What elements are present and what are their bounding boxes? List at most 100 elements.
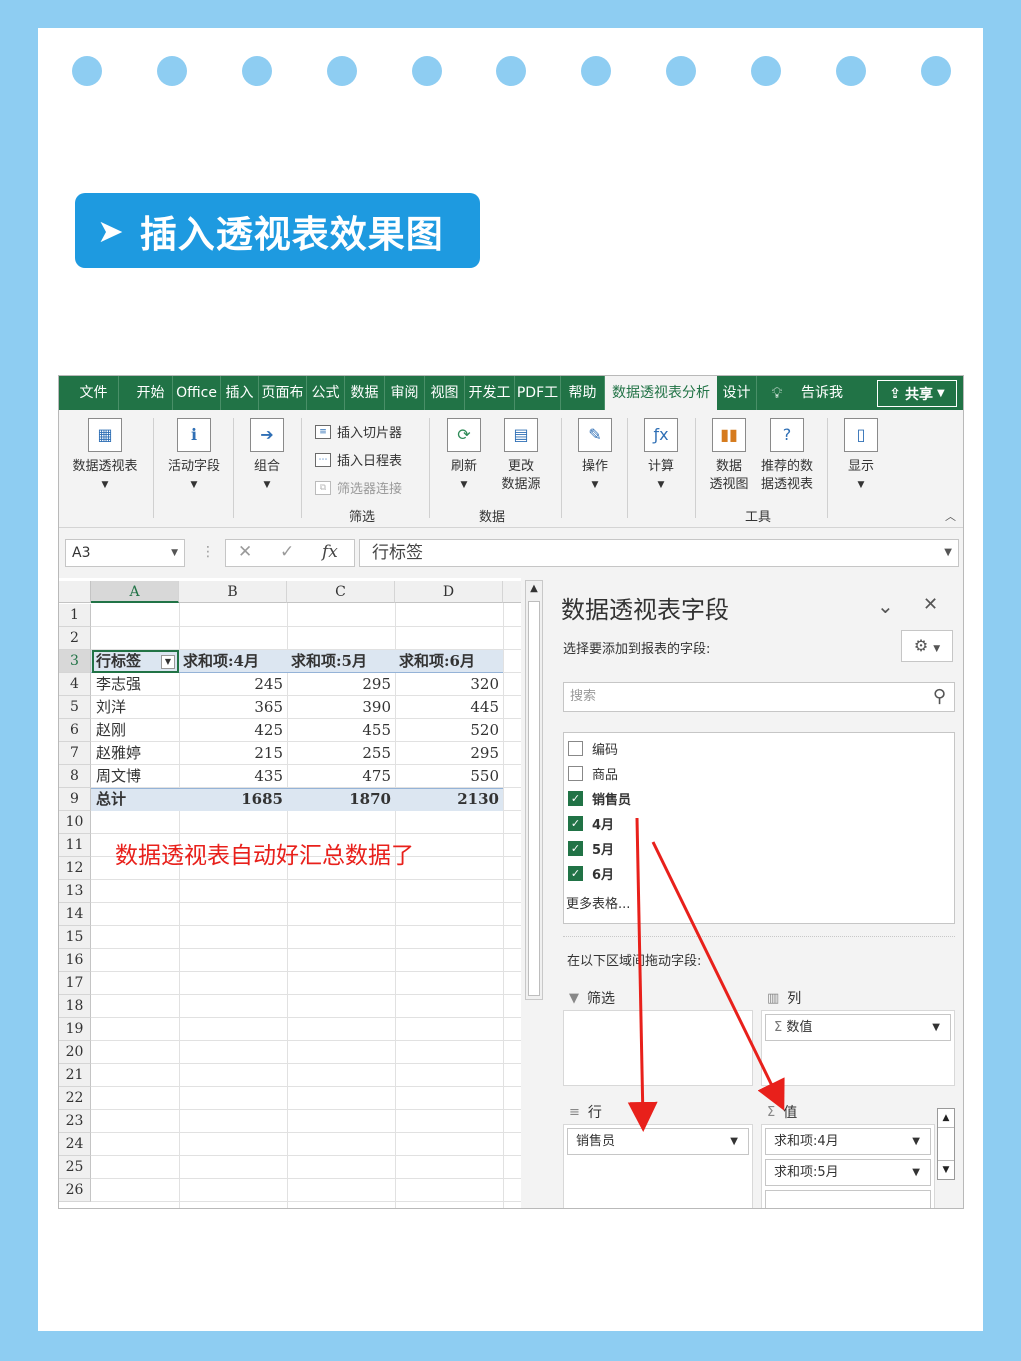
group-button[interactable]: ➔ 组合 ▼ [239,418,295,494]
field-checkbox[interactable]: ✓ [568,816,583,831]
formula-input[interactable]: 行标签 ▼ [359,539,959,567]
field-item[interactable]: ✓ 销售员 [568,789,631,808]
row-header[interactable]: 4 [59,673,91,696]
pivot-table-button[interactable]: ▦ 数据透视表 ▼ [65,418,145,494]
pivot-value-cell[interactable]: 295 [287,673,395,696]
row-header[interactable]: 25 [59,1156,91,1179]
more-tables-link[interactable]: 更多表格... [566,893,630,912]
filter-drop-area[interactable] [563,1010,753,1086]
insert-slicer-button[interactable]: ≡ 插入切片器 [315,422,402,441]
field-checkbox[interactable]: ✓ [568,841,583,856]
cancel-icon[interactable]: ✕ [238,542,252,562]
field-checkbox[interactable]: ✓ [568,791,583,806]
pivot-value-cell[interactable]: 295 [395,742,503,765]
refresh-button[interactable]: ⟳ 刷新 ▼ [437,418,491,494]
tab-review[interactable]: 审阅 [385,376,425,410]
field-checkbox[interactable] [568,766,583,781]
field-item[interactable]: 商品 [568,764,618,783]
tab-pivot-analyze[interactable]: 数据透视表分析 [605,376,717,410]
column-header-a[interactable]: A [91,581,179,603]
row-header[interactable]: 7 [59,742,91,765]
row-header[interactable]: 10 [59,811,91,834]
pivot-value-cell[interactable]: 475 [287,765,395,788]
change-source-button[interactable]: ▤ 更改 数据源 [489,418,553,494]
collapse-ribbon-icon[interactable]: ︿ [945,508,956,524]
row-header[interactable]: 15 [59,926,91,949]
insert-timeline-button[interactable]: ⋯ 插入日程表 [315,450,402,469]
row-header[interactable]: 16 [59,949,91,972]
tab-help[interactable]: 帮助 [561,376,605,410]
row-header[interactable]: 13 [59,880,91,903]
columns-values-chip[interactable]: Σ 数值 ▼ [765,1014,951,1041]
row-header[interactable]: 14 [59,903,91,926]
actions-button[interactable]: ✎ 操作 ▼ [567,418,623,494]
scroll-up-icon[interactable]: ▲ [526,581,542,597]
column-header-d[interactable]: D [395,581,503,603]
pivot-value-cell[interactable]: 445 [395,696,503,719]
row-header[interactable]: 6 [59,719,91,742]
function-icon[interactable]: fx [322,542,338,562]
tab-data[interactable]: 数据 [345,376,385,410]
tab-file[interactable]: 文件 [69,376,119,410]
row-header[interactable]: 26 [59,1179,91,1202]
field-item[interactable]: ✓ 5月 [568,839,614,858]
pivot-value-cell[interactable]: 245 [179,673,287,696]
column-header-e[interactable] [503,581,521,603]
field-item[interactable]: 编码 [568,739,618,758]
row-header[interactable]: 22 [59,1087,91,1110]
row-header[interactable]: 18 [59,995,91,1018]
pivot-value-cell[interactable]: 365 [179,696,287,719]
grid-vertical-scrollbar[interactable]: ▲ [525,580,543,1000]
values-may-chip[interactable]: 求和项:5月 ▼ [765,1159,931,1186]
values-scrollbar[interactable]: ▲ ▼ [937,1108,955,1180]
row-header[interactable]: 9 [59,788,91,811]
row-header[interactable]: 1 [59,604,91,627]
row-header[interactable]: 21 [59,1064,91,1087]
field-item[interactable]: ✓ 4月 [568,814,614,833]
row-header[interactable]: 2 [59,627,91,650]
tab-pdf[interactable]: PDF工 [515,376,561,410]
tab-insert[interactable]: 插入 [221,376,259,410]
rows-salesperson-chip[interactable]: 销售员 ▼ [567,1128,749,1155]
pivot-row-label[interactable]: 刘洋 [96,696,126,719]
scroll-up-icon[interactable]: ▲ [938,1109,954,1127]
values-apr-chip[interactable]: 求和项:4月 ▼ [765,1128,931,1155]
tab-tell-me[interactable]: 告诉我 [791,376,853,410]
row-header[interactable]: 23 [59,1110,91,1133]
calculations-button[interactable]: ƒx 计算 ▼ [633,418,689,494]
field-checkbox[interactable]: ✓ [568,866,583,881]
tab-home[interactable]: 开始 [129,376,173,410]
pivot-row-label[interactable]: 赵雅婷 [96,742,141,765]
pivot-value-cell[interactable]: 320 [395,673,503,696]
scroll-thumb[interactable] [938,1127,954,1161]
values-jun-chip-partial[interactable] [765,1190,931,1208]
tab-formulas[interactable]: 公式 [307,376,345,410]
enter-icon[interactable]: ✓ [280,542,294,562]
values-drop-area[interactable]: 求和项:4月 ▼ 求和项:5月 ▼ [761,1124,935,1208]
pivot-chart-button[interactable]: ▮▮ 数据 透视图 [701,418,757,494]
pivot-row-labels-header[interactable]: 行标签 [96,650,141,673]
tab-developer[interactable]: 开发工 [465,376,515,410]
pivot-value-cell[interactable]: 455 [287,719,395,742]
active-field-button[interactable]: ℹ︎ 活动字段 ▼ [159,418,229,494]
pivot-value-cell[interactable]: 425 [179,719,287,742]
tab-office[interactable]: Office [173,376,221,410]
scroll-thumb[interactable] [528,601,540,996]
row-header[interactable]: 24 [59,1133,91,1156]
row-header[interactable]: 17 [59,972,91,995]
field-checkbox[interactable] [568,741,583,756]
filter-connections-button[interactable]: ⧉ 筛选器连接 [315,478,402,497]
field-item[interactable]: ✓ 6月 [568,864,614,883]
pivot-row-label[interactable]: 李志强 [96,673,141,696]
pivot-row-label[interactable]: 周文博 [96,765,141,788]
pivot-row-label[interactable]: 赵刚 [96,719,126,742]
select-all-corner[interactable] [59,581,91,603]
scroll-down-icon[interactable]: ▼ [938,1161,954,1179]
gear-button[interactable]: ⚙ ▼ [901,630,953,662]
close-icon[interactable]: ✕ [923,594,938,615]
spreadsheet-grid[interactable]: A B C D 1 2 3 4 5 6 7 8 9 10 11 12 13 14 15 16 17 18 19 20 2… [59,578,521,1208]
pivot-value-cell[interactable]: 390 [287,696,395,719]
pane-options-icon[interactable]: ⌄ [877,594,894,618]
row-header[interactable]: 12 [59,857,91,880]
row-header[interactable]: 3 [59,650,91,673]
